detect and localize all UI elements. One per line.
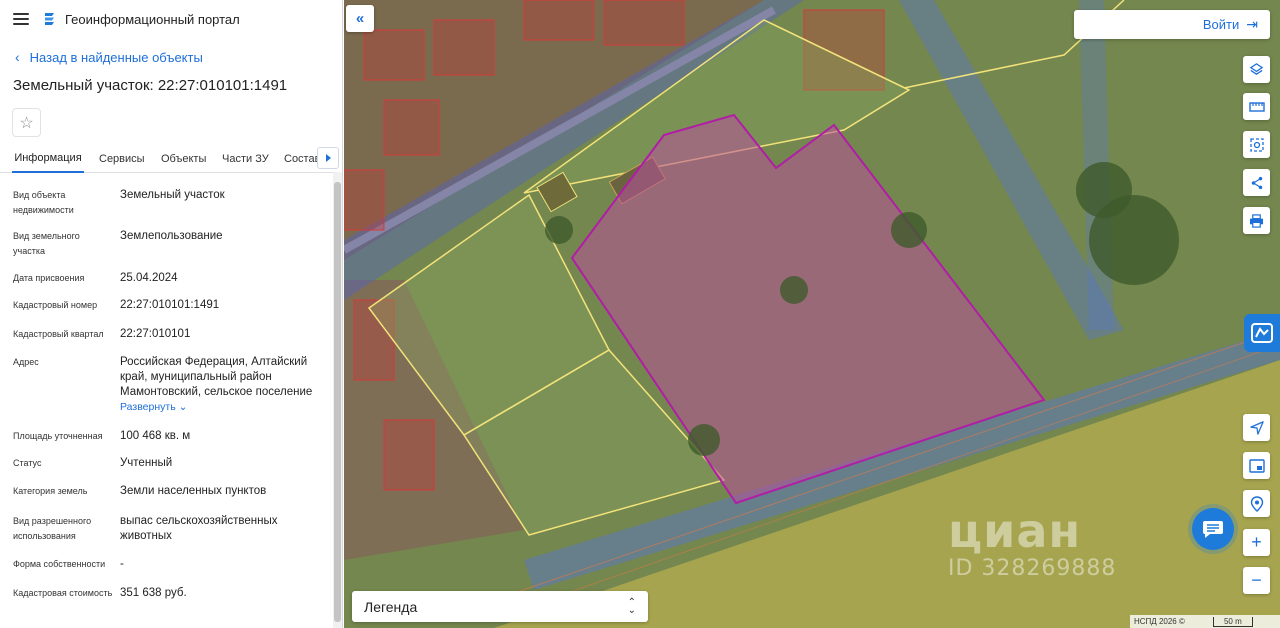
expand-address-link[interactable]: Развернуть ⌄: [120, 400, 325, 415]
share-button[interactable]: [1243, 169, 1270, 196]
property-label: Кадастровый квартал: [13, 329, 104, 339]
zoom-in-button[interactable]: +: [1243, 529, 1270, 556]
layers-icon: [1249, 63, 1264, 75]
watermark: циан ID 328269888: [948, 508, 1116, 581]
property-value: 25.04.2024: [120, 272, 178, 284]
property-label: Статус: [13, 458, 42, 468]
back-link-label: Назад в найденные объекты: [29, 49, 203, 65]
portal-title: Геоинформационный портал: [65, 11, 240, 27]
property-value: 22:27:010101: [120, 328, 191, 340]
plus-icon: +: [1251, 532, 1262, 552]
panel-scrollbar[interactable]: [333, 172, 342, 628]
property-label: Площадь уточненная: [13, 431, 103, 441]
scrollbar-thumb[interactable]: [334, 182, 341, 622]
select-area-icon: [1249, 137, 1264, 152]
property-value: 351 638 руб.: [120, 587, 187, 599]
tab-composition-label: Состав: [284, 153, 321, 165]
login-label: Войти: [1202, 17, 1240, 32]
tab-services[interactable]: Сервисы: [99, 145, 145, 173]
select-area-button[interactable]: [1243, 131, 1270, 158]
property-label: Категория земель: [13, 486, 88, 496]
property-value: 100 468 кв. м: [120, 430, 191, 442]
object-tabs: Информация Сервисы Объекты Части ЗУ Сост…: [0, 145, 342, 173]
object-title: Земельный участок: 22:27:010101:1491: [13, 77, 288, 94]
ruler-icon: [1248, 101, 1265, 112]
app-root: Геоинформационный портал ‹ Назад в найде…: [0, 0, 1280, 628]
property-value: Землепользование: [120, 230, 223, 242]
property-label: Форма собственности: [13, 559, 106, 569]
chevron-down-icon: ⌄: [178, 401, 188, 413]
property-value: Земли населенных пунктов: [120, 485, 267, 497]
property-value: Учтенный: [120, 457, 173, 469]
minimap-button[interactable]: [1243, 452, 1270, 479]
watermark-id: ID 328269888: [948, 556, 1117, 581]
minus-icon: −: [1251, 570, 1262, 590]
chat-button[interactable]: [1192, 508, 1234, 550]
login-button[interactable]: Войти ⇥: [1074, 10, 1270, 39]
map-view[interactable]: [344, 0, 1280, 628]
tab-parts[interactable]: Части ЗУ: [222, 145, 269, 173]
legend-select[interactable]: Легенда ⌃ ⌄: [352, 591, 648, 622]
share-icon: [1251, 176, 1262, 189]
double-chevron-left-icon: «: [355, 10, 365, 27]
star-icon: ☆: [19, 114, 34, 132]
tab-information[interactable]: Информация: [12, 145, 84, 173]
property-label: Вид объекта недвижимости: [13, 190, 74, 215]
nspd-badge-button[interactable]: [1244, 314, 1280, 352]
nspd-logo-icon: [1251, 323, 1273, 343]
ruler-button[interactable]: [1243, 93, 1270, 120]
tab-objects[interactable]: Объекты: [161, 145, 206, 173]
portal-logo-icon: [45, 13, 54, 25]
property-value: 22:27:010101:1491: [120, 299, 220, 311]
zoom-out-button[interactable]: −: [1243, 567, 1270, 594]
chevron-up-down-icon: ⌃ ⌄: [627, 596, 636, 616]
print-icon: [1249, 213, 1264, 228]
address-value: Российская Федерация, Алтайский край, му…: [120, 356, 313, 398]
property-label: Вид земельного участка: [13, 231, 80, 256]
tab-information-label: Информация: [14, 152, 82, 164]
legend-label: Легенда: [364, 598, 418, 615]
locate-button[interactable]: [1243, 414, 1270, 441]
geo-pin-button[interactable]: [1243, 490, 1270, 517]
property-label: Дата присвоения: [13, 273, 85, 283]
layers-button[interactable]: [1243, 56, 1270, 83]
property-label: Вид разрешенного использования: [13, 516, 92, 541]
map-attribution: НСПД 2026 © 50 m: [1130, 615, 1280, 628]
property-value: -: [120, 558, 124, 570]
top-bar: Геоинформационный портал: [0, 0, 342, 38]
property-label: Кадастровый номер: [13, 300, 98, 310]
minimap-icon: [1248, 458, 1265, 473]
property-label: Кадастровая стоимость: [13, 588, 113, 598]
location-arrow-icon: [1249, 420, 1264, 435]
print-button[interactable]: [1243, 207, 1270, 234]
attribution-text: НСПД 2026 ©: [1134, 617, 1185, 626]
tab-services-label: Сервисы: [99, 153, 145, 165]
info-panel: Геоинформационный портал ‹ Назад в найде…: [0, 0, 343, 628]
property-value: выпас сельскохозяйственных животных: [120, 515, 278, 542]
chat-icon: [1203, 521, 1223, 538]
tab-objects-label: Объекты: [161, 153, 207, 165]
watermark-brand: циан: [948, 504, 1082, 558]
menu-icon[interactable]: [13, 13, 29, 25]
tab-parts-label: Части ЗУ: [222, 153, 269, 165]
property-value: Российская Федерация, Алтайский край, му…: [120, 355, 325, 415]
property-label: Адрес: [13, 357, 39, 367]
geo-pin-icon: [1250, 495, 1263, 512]
collapse-panel-button[interactable]: «: [346, 5, 374, 32]
triangle-right-icon: [325, 154, 331, 162]
favorite-star-button[interactable]: ☆: [12, 108, 41, 137]
back-to-results-link[interactable]: ‹ Назад в найденные объекты: [0, 38, 342, 76]
tab-composition[interactable]: Состав: [284, 145, 320, 173]
tabs-scroll-right-button[interactable]: [317, 147, 339, 169]
map-canvas[interactable]: [344, 0, 1280, 628]
expand-link-label: Развернуть: [120, 401, 176, 413]
property-value: Земельный участок: [120, 189, 225, 201]
scale-bar: 50 m: [1212, 616, 1253, 627]
chevron-left-icon: ‹: [15, 49, 20, 65]
login-arrow-icon: ⇥: [1246, 16, 1258, 32]
